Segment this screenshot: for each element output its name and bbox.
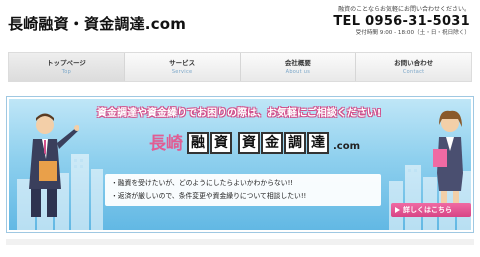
phone-number: TEL 0956-31-5031 <box>333 14 470 29</box>
nav-sub-label: Service <box>171 69 193 75</box>
site-header: 長崎融資・資金調達.com 融資のことならお気軽にお問い合わせください。 TEL… <box>0 0 480 44</box>
nav-item-contact[interactable]: お問い合わせ Contact <box>356 53 471 81</box>
businessman-illustration <box>29 113 79 217</box>
business-hours: 受付時間 9:00 - 18:00（土・日・祝日除く） <box>355 30 470 36</box>
nav-label: サービス <box>169 59 196 67</box>
site-title[interactable]: 長崎融資・資金調達.com <box>8 13 186 34</box>
arrow-right-icon <box>395 207 400 213</box>
banner-bullets: ・融資を受けたいが、どのようにしたらよいかわからない!! ・返済が厳しいので、条… <box>105 174 381 206</box>
nav-sub-label: Top <box>61 69 72 75</box>
nav-label: 会社概要 <box>284 59 311 67</box>
nav-item-top[interactable]: トップページ Top <box>9 53 125 81</box>
banner-image: 資金調達や資金繰りでお困りの際は、お気軽にご相談ください! 長崎 融 資 資 金… <box>9 99 471 230</box>
contact-note: 融資のことならお気軽にお問い合わせください。 <box>338 6 470 13</box>
nav-item-about[interactable]: 会社概要 About us <box>241 53 357 81</box>
logo-char-box: 融 <box>187 132 209 154</box>
nav-label: お問い合わせ <box>394 59 434 67</box>
nav-sub-label: Contact <box>402 69 425 75</box>
content-divider <box>6 239 474 245</box>
nav-item-service[interactable]: サービス Service <box>125 53 241 81</box>
businesswoman-illustration <box>433 110 463 205</box>
logo-suffix: .com <box>333 141 361 152</box>
logo-char-box: 達 <box>307 132 329 154</box>
logo-char-box: 資 <box>210 132 232 154</box>
nav-sub-label: About us <box>285 69 311 75</box>
logo-char-box: 金 <box>261 132 283 154</box>
banner-logo: 長崎 融 資 資 金 調 達 .com <box>149 132 360 154</box>
details-button-label: 詳しくはこちら <box>403 206 452 214</box>
global-nav: トップページ Top サービス Service 会社概要 About us お問… <box>8 52 472 82</box>
logo-char-box: 調 <box>284 132 306 154</box>
nav-label: トップページ <box>46 59 86 67</box>
banner-headline: 資金調達や資金繰りでお困りの際は、お気軽にご相談ください! <box>97 108 382 119</box>
bullet-item: ・返済が厳しいので、条件変更や資金繰りについて相談したい!! <box>111 192 307 200</box>
details-button[interactable]: 詳しくはこちら <box>391 203 471 217</box>
main-banner: 資金調達や資金繰りでお困りの際は、お気軽にご相談ください! 長崎 融 資 資 金… <box>6 96 474 233</box>
bullet-item: ・融資を受けたいが、どのようにしたらよいかわからない!! <box>111 179 294 187</box>
contact-info: 融資のことならお気軽にお問い合わせください。 TEL 0956-31-5031 … <box>310 6 470 37</box>
logo-char-box: 資 <box>238 132 260 154</box>
logo-prefix: 長崎 <box>149 134 183 154</box>
